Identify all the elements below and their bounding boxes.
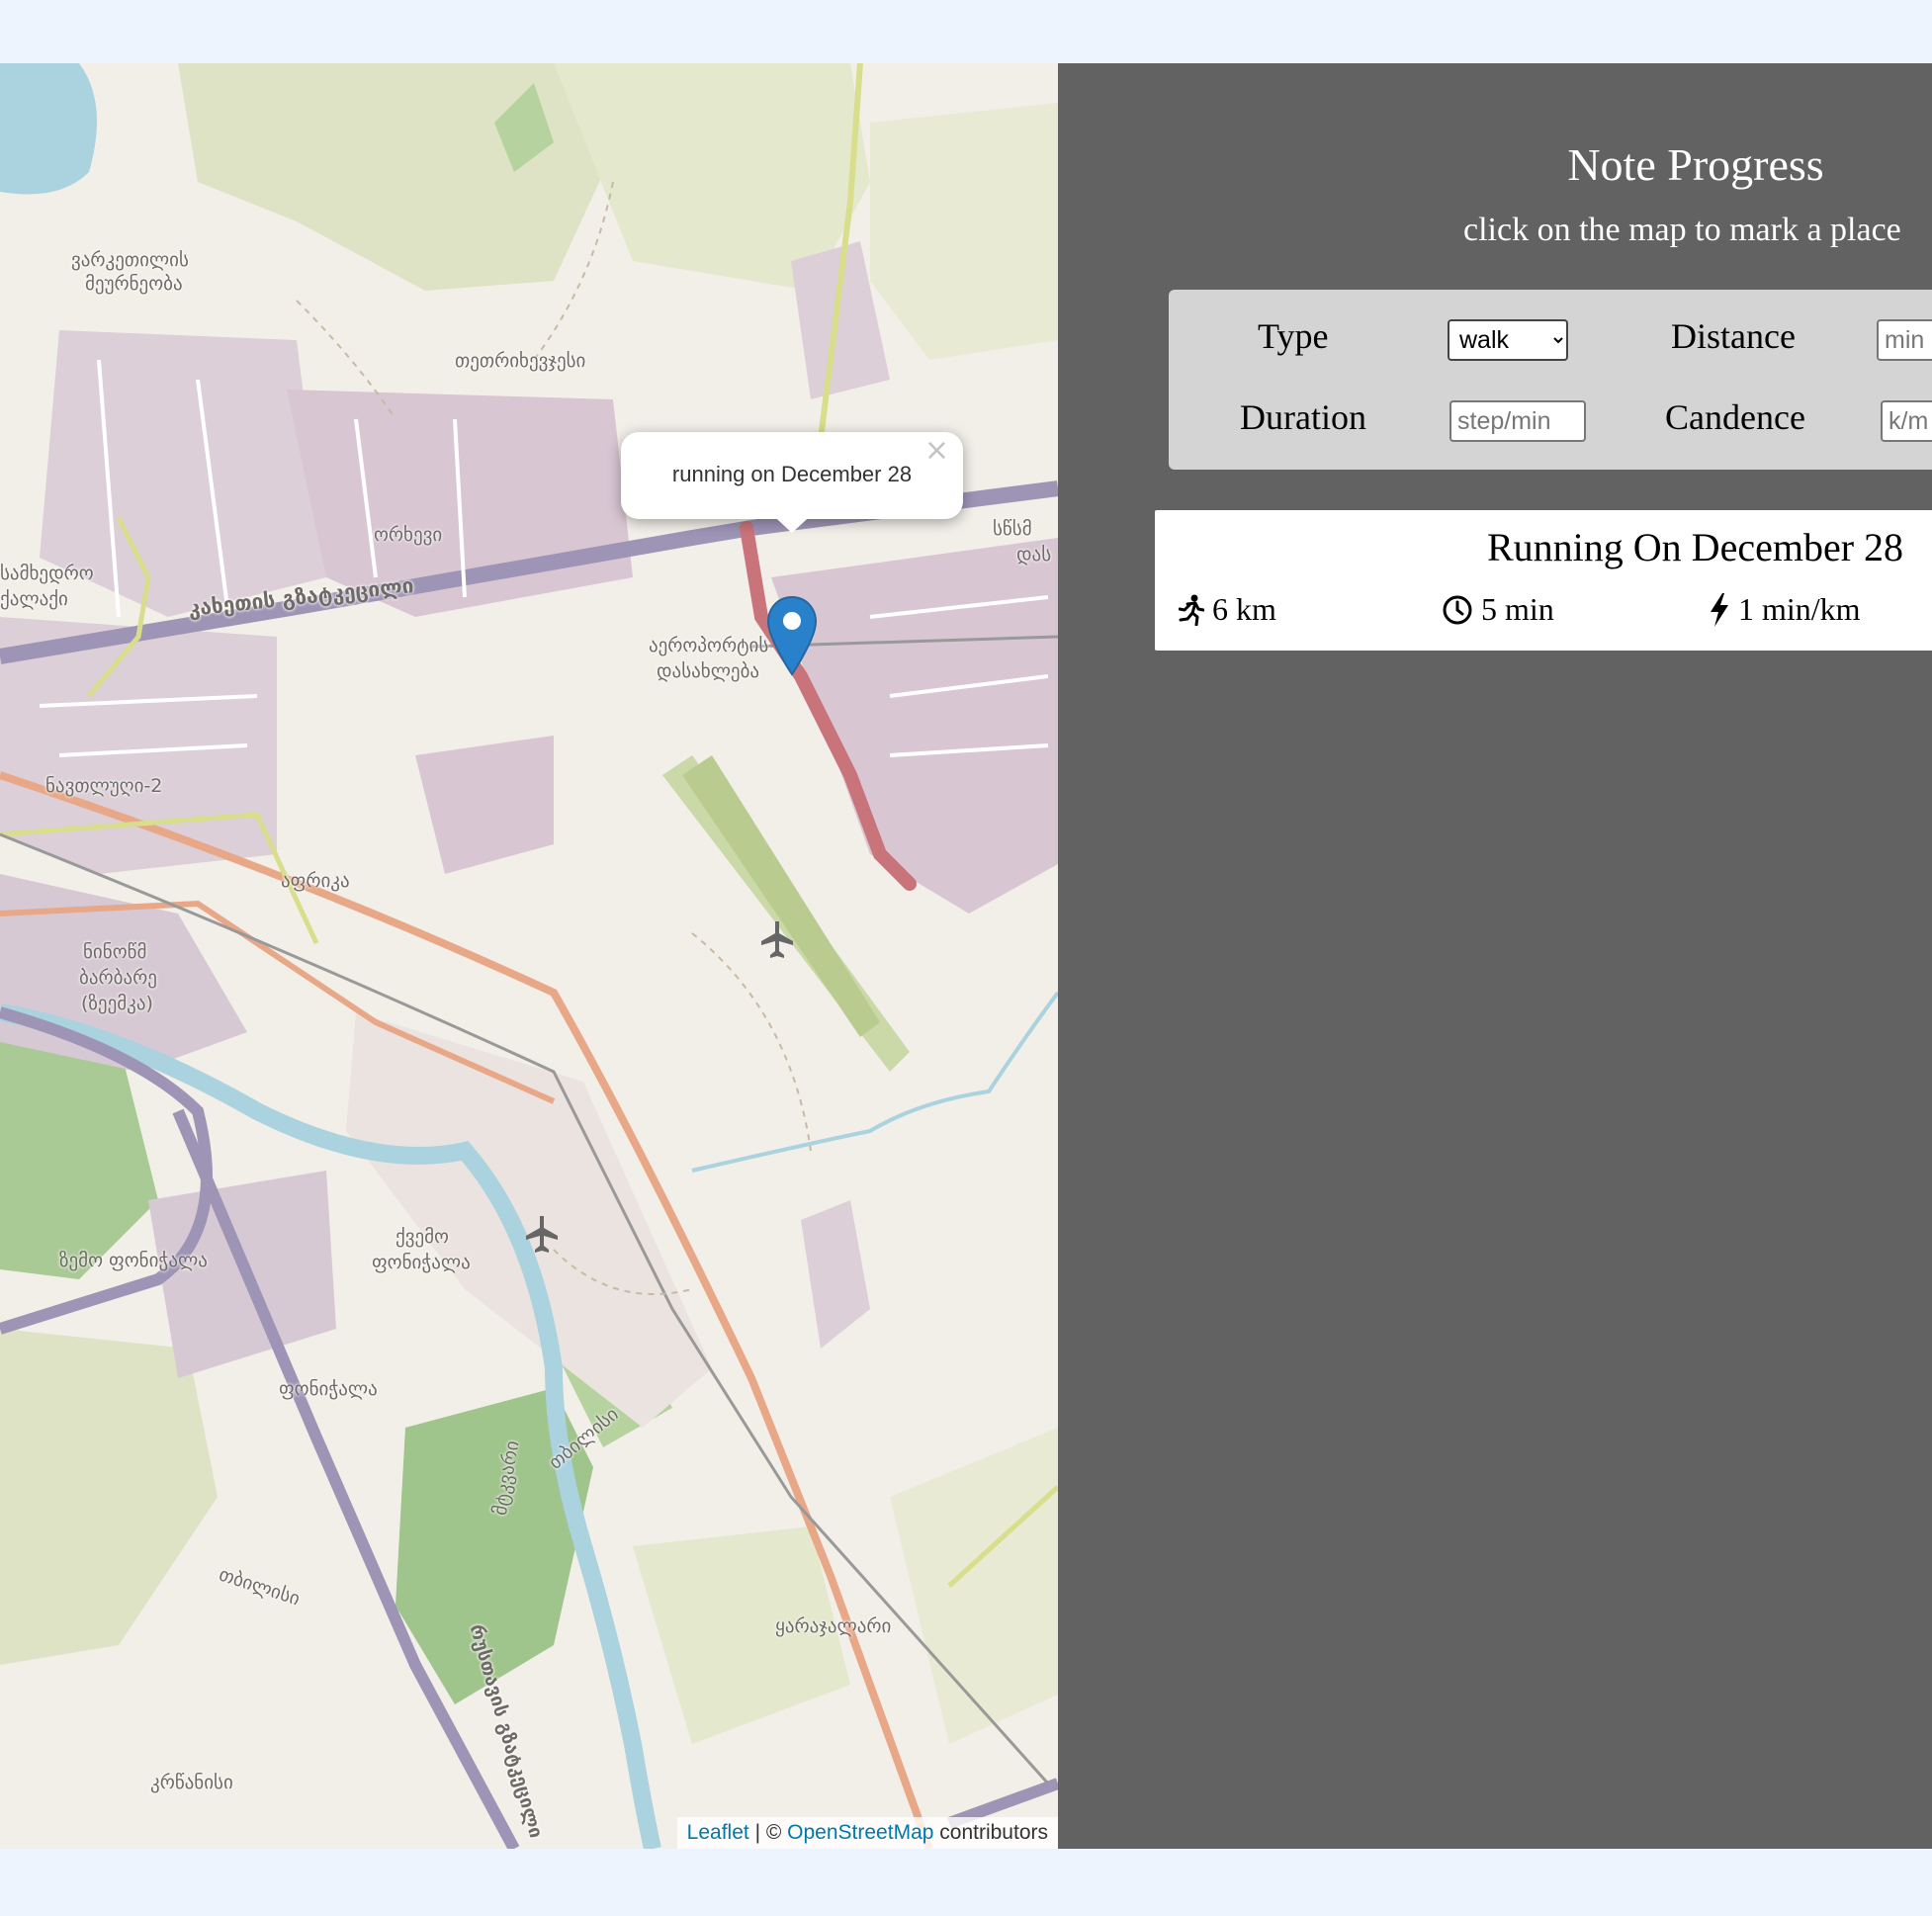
map-label: ნავთლუღი-2 <box>45 775 163 797</box>
distance-input[interactable] <box>1877 319 1932 361</box>
cadence-label: Candence <box>1665 397 1805 437</box>
marker-popup: running on December 28 × <box>621 432 963 533</box>
workout-duration: 5 min <box>1442 591 1554 628</box>
duration-input[interactable] <box>1449 400 1586 442</box>
openstreetmap-link[interactable]: OpenStreetMap <box>787 1821 933 1844</box>
map-label: ქალაქი <box>0 588 68 610</box>
popup-text: running on December 28 <box>671 462 913 486</box>
workout-form: Type walk Distance Duration Candence <box>1169 290 1932 470</box>
map-label: დას <box>1016 544 1052 566</box>
workout-pace-value: 1 min/km <box>1738 591 1861 627</box>
map-label: მეურნეობა <box>85 273 183 295</box>
workout-title: Running On December 28 <box>1487 525 1904 569</box>
map-label: ნინოწმ <box>83 941 147 963</box>
popup-tip <box>766 509 818 533</box>
map-label: ორხევი <box>374 524 443 546</box>
map-label: აეროპორტის <box>649 635 769 656</box>
map-label: სამხედრო <box>0 563 94 584</box>
attribution-separator: | © <box>748 1821 788 1844</box>
map-label: კრწანისი <box>150 1772 233 1793</box>
map-label: აფრიკა <box>281 870 350 892</box>
map-attribution: Leaflet | © OpenStreetMap contributors <box>676 1817 1058 1849</box>
runner-icon <box>1179 594 1204 626</box>
type-select[interactable]: walk <box>1448 319 1568 361</box>
sidebar: Note Progress click on the map to mark a… <box>1058 63 1932 1849</box>
map-marker-icon[interactable] <box>766 595 818 676</box>
type-label: Type <box>1258 316 1329 356</box>
map-label: სწსმ <box>993 518 1032 540</box>
leaflet-link[interactable]: Leaflet <box>687 1821 749 1844</box>
cadence-input[interactable] <box>1881 400 1932 442</box>
map-label: ვარკეთილის <box>71 249 189 271</box>
map-label: ზემო ფონიჭალა <box>59 1250 208 1271</box>
workout-pace: 1 min/km <box>1709 591 1861 628</box>
workout-distance: 6 km <box>1179 591 1276 628</box>
map-tiles[interactable] <box>0 63 1058 1849</box>
workout-card[interactable]: Running On December 28 6 km 5 min 1 min/… <box>1155 510 1932 651</box>
distance-label: Distance <box>1671 316 1796 356</box>
page-subtitle: click on the map to mark a place <box>1463 212 1901 248</box>
workout-distance-value: 6 km <box>1212 591 1276 627</box>
workout-duration-value: 5 min <box>1481 591 1554 627</box>
map[interactable]: ვარკეთილის მეურნეობა თეთრიხევჯესი ორხევი… <box>0 63 1058 1849</box>
map-label: ყარაჯალარი <box>775 1615 892 1637</box>
page-title: Note Progress <box>1567 139 1824 190</box>
attribution-suffix: contributors <box>933 1821 1048 1844</box>
lightning-icon <box>1711 592 1728 627</box>
duration-label: Duration <box>1240 397 1366 437</box>
clock-icon <box>1443 595 1472 624</box>
map-label: (ზეემკა) <box>81 993 153 1014</box>
map-label: დასახლება <box>657 660 760 682</box>
map-label: ბარბარე <box>79 967 157 989</box>
map-label: ფონიჭალა <box>279 1378 378 1400</box>
map-label: ფონიჭალა <box>372 1252 471 1273</box>
map-label: ქვემო <box>395 1226 449 1248</box>
map-label: თეთრიხევჯესი <box>455 350 586 372</box>
close-icon[interactable]: × <box>924 436 949 466</box>
